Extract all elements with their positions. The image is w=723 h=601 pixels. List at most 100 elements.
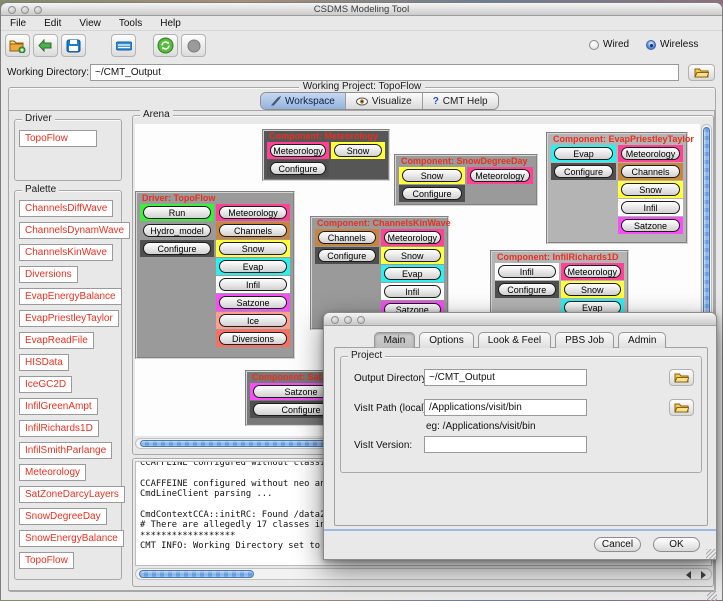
dialog-resize-grip[interactable] [706, 549, 716, 559]
visit-path-input[interactable] [424, 399, 587, 416]
import-icon [38, 39, 53, 52]
palette-item[interactable]: SnowEnergyBalance [19, 530, 124, 547]
port-button[interactable]: Meteorology [384, 231, 442, 244]
port-button[interactable]: Infil [621, 201, 680, 214]
palette-item[interactable]: Diversions [19, 266, 78, 283]
palette-item[interactable]: EvapReadFile [19, 332, 94, 349]
configure-button[interactable]: Configure [143, 242, 211, 255]
port-button[interactable]: Evap [219, 260, 287, 273]
port-button[interactable]: Ice [219, 314, 287, 327]
menu-file[interactable]: File [1, 18, 35, 29]
menu-bar: File Edit View Tools Help [1, 17, 722, 31]
palette-item[interactable]: InfilSmithParlange [19, 442, 112, 459]
visit-version-input[interactable] [424, 436, 587, 453]
port-button[interactable]: Diversions [219, 332, 287, 345]
port-button[interactable]: Meteorology [219, 206, 287, 219]
dialog-tab-main[interactable]: Main [374, 332, 416, 348]
port-button[interactable]: Meteorology [270, 144, 326, 157]
configure-button[interactable]: Configure [402, 187, 462, 200]
cancel-button[interactable]: Cancel [594, 537, 641, 552]
tab-cmt-help[interactable]: ? CMT Help [423, 93, 498, 109]
folder-icon [674, 402, 689, 413]
palette-item[interactable]: InfilRichards1D [19, 420, 99, 437]
menu-tools[interactable]: Tools [110, 18, 151, 29]
dialog-tab-options[interactable]: Options [419, 332, 473, 348]
port-button[interactable]: Snow [402, 169, 462, 182]
port-button[interactable]: Infil [219, 278, 287, 291]
port-button[interactable]: Infil [498, 265, 556, 278]
new-project-button[interactable] [5, 34, 30, 57]
wireless-radio-circle[interactable] [646, 40, 656, 50]
configure-button[interactable]: Configure [318, 249, 376, 262]
working-directory-input[interactable] [90, 64, 679, 81]
port-button[interactable]: Infil [384, 285, 442, 298]
tab-visualize[interactable]: Visualize [346, 93, 423, 109]
dialog-zoom-button[interactable] [357, 316, 365, 324]
palette-item[interactable]: HISData [19, 354, 69, 371]
palette-item[interactable]: IceGC2D [19, 376, 72, 393]
refresh-button[interactable] [153, 34, 178, 57]
title-bar: CSDMS Modeling Tool [1, 3, 722, 16]
port-button[interactable]: Meteorology [564, 265, 622, 278]
dialog-tab-admin[interactable]: Admin [618, 332, 666, 348]
port-button[interactable]: Evap [384, 267, 442, 280]
configure-button[interactable]: Configure [498, 283, 556, 296]
port-button[interactable]: Channels [219, 224, 287, 237]
configure-button[interactable]: Configure [270, 162, 326, 175]
port-button[interactable]: Snow [219, 242, 287, 255]
palette-item[interactable]: ChannelsDiffWave [19, 200, 113, 217]
port-button[interactable]: Snow [334, 144, 382, 157]
port-button[interactable]: Snow [384, 249, 442, 262]
menu-view[interactable]: View [70, 18, 110, 29]
run-button[interactable]: Run [143, 206, 211, 219]
port-button[interactable]: Satzone [219, 296, 287, 309]
save-button[interactable] [61, 34, 86, 57]
palette-item[interactable]: SnowDegreeDay [19, 508, 107, 525]
tab-workspace[interactable]: Workspace [261, 93, 346, 109]
connection-manager-button[interactable] [111, 34, 136, 57]
palette-groupbox: Palette ChannelsDiffWave ChannelsDynamWa… [14, 190, 122, 580]
folder-icon [694, 67, 709, 78]
console-horizontal-scrollbar-thumb[interactable] [139, 570, 254, 578]
dialog-tab-pbs-job[interactable]: PBS Job [555, 332, 614, 348]
palette-item[interactable]: EvapPriestleyTaylor [19, 310, 119, 327]
palette-item[interactable]: TopoFlow [19, 552, 74, 569]
port-button[interactable]: Channels [318, 231, 376, 244]
driver-item-topoflow[interactable]: TopoFlow [19, 130, 97, 147]
palette-item[interactable]: SatZoneDarcyLayers [19, 486, 125, 503]
import-button[interactable] [33, 34, 58, 57]
console-scroll-left-arrow[interactable] [681, 570, 695, 579]
working-directory-browse-button[interactable] [688, 64, 715, 81]
palette-item[interactable]: Meteorology [19, 464, 86, 481]
menu-edit[interactable]: Edit [35, 18, 70, 29]
port-button[interactable]: Snow [621, 183, 680, 196]
palette-item[interactable]: ChannelsKinWave [19, 244, 113, 261]
configure-button[interactable]: Configure [554, 165, 613, 178]
port-button[interactable]: Satzone [621, 219, 680, 232]
palette-item[interactable]: EvapEnergyBalance [19, 288, 122, 305]
ok-button[interactable]: OK [653, 537, 700, 552]
refresh-icon [157, 37, 174, 54]
palette-item[interactable]: InfilGreenAmpt [19, 398, 98, 415]
port-button[interactable]: Evap [554, 147, 613, 160]
menu-help[interactable]: Help [151, 18, 190, 29]
console-horizontal-scrollbar[interactable] [135, 568, 712, 580]
dialog-tab-look-and-feel[interactable]: Look & Feel [478, 332, 551, 348]
dialog-close-button[interactable] [331, 316, 339, 324]
port-button[interactable]: Channels [621, 165, 680, 178]
wireless-radio[interactable]: Wireless [646, 39, 698, 50]
visit-path-browse-button[interactable] [669, 399, 694, 416]
port-button[interactable]: Snow [564, 283, 622, 296]
wired-radio[interactable]: Wired [589, 39, 629, 50]
hydro-model-button[interactable]: Hydro_model [143, 224, 211, 237]
port-button[interactable]: Meteorology [621, 147, 680, 160]
output-directory-browse-button[interactable] [669, 369, 694, 386]
dialog-minimize-button[interactable] [344, 316, 352, 324]
console-scroll-right-arrow[interactable] [696, 570, 710, 579]
output-directory-input[interactable] [424, 369, 587, 386]
record-icon [187, 39, 201, 53]
wired-radio-circle[interactable] [589, 40, 599, 50]
port-button[interactable]: Meteorology [470, 169, 530, 182]
record-button[interactable] [181, 34, 206, 57]
palette-item[interactable]: ChannelsDynamWave [19, 222, 130, 239]
